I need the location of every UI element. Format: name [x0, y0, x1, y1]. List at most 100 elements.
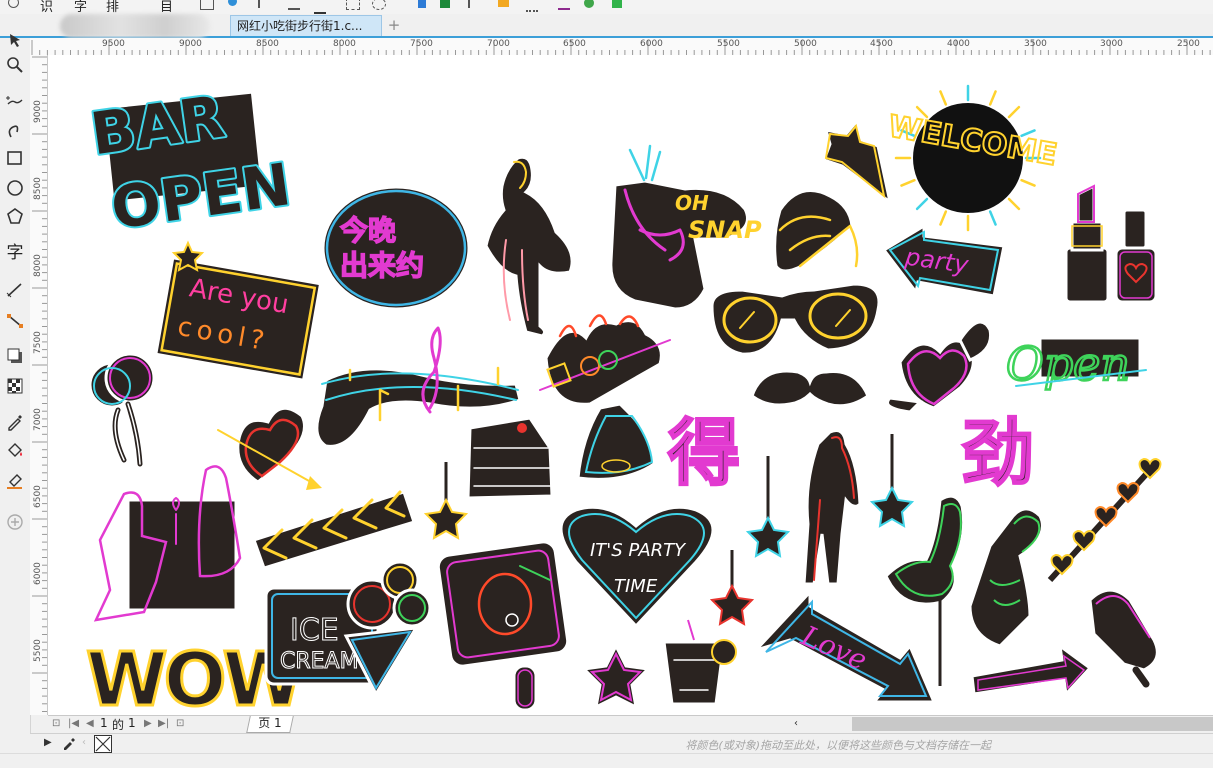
hearts-chain-sticker[interactable]: [1047, 457, 1162, 583]
polygon-tool-icon[interactable]: [3, 205, 27, 229]
proposal-sticker[interactable]: [93, 465, 242, 622]
welcome-sticker[interactable]: WELCOME: [885, 84, 1061, 232]
vertical-ruler[interactable]: 9000 8500 8000 7500 7000 6500 6000 5500: [30, 55, 48, 715]
print-icon[interactable]: [200, 0, 214, 10]
chevrons-sticker[interactable]: [252, 490, 416, 570]
zoom-tool-icon[interactable]: [3, 53, 27, 77]
new-tab-button[interactable]: +: [386, 18, 402, 34]
smart-fill-tool-icon[interactable]: [3, 468, 27, 492]
add-page-icon[interactable]: ⊡: [176, 718, 184, 729]
first-page-button[interactable]: |◀: [68, 718, 79, 729]
h-ruler-label: 9500: [102, 39, 125, 49]
green-icon[interactable]: [440, 0, 450, 8]
page-tab-label: 页 1: [258, 716, 282, 730]
are-you-cool-sticker[interactable]: Are you cool?: [154, 240, 323, 383]
page-current: 1: [100, 716, 108, 730]
ice-cream-sticker[interactable]: ICE CREAM: [264, 560, 432, 698]
last-page-button[interactable]: ▶|: [158, 718, 169, 729]
palette-hint-text: 将颜色(或对象)拖动至此处，以便将这些颜色与文档存储在一起: [685, 739, 991, 752]
text-tool-icon[interactable]: 字: [3, 241, 27, 265]
tonight-sticker[interactable]: 今晚 出来约: [321, 185, 471, 311]
undo-icon[interactable]: [8, 0, 19, 8]
star-sticker[interactable]: [580, 642, 652, 710]
heart-arrow-sticker[interactable]: [217, 406, 322, 490]
jin-sticker[interactable]: 劲: [961, 410, 1036, 497]
skewer-sticker[interactable]: [539, 314, 671, 406]
its-party-text: IT'S PARTY: [590, 540, 687, 561]
dots-icon[interactable]: [526, 0, 538, 12]
bar-open-sticker[interactable]: BAR OPEN: [85, 80, 297, 244]
blue-square-icon[interactable]: [418, 0, 426, 8]
document-tab[interactable]: 网红小吃街步行街1.c...: [230, 15, 382, 36]
palette-scroll-left-icon[interactable]: ‹: [82, 737, 86, 748]
drawing-canvas[interactable]: .body{fill:#2a2320;stroke:#fff;stroke-wi…: [48, 55, 1213, 715]
scroll-left-button[interactable]: ‹: [794, 718, 798, 729]
rectangle-tool-icon[interactable]: [3, 146, 27, 170]
dancer-sticker[interactable]: [484, 155, 574, 338]
green-square-icon[interactable]: [612, 0, 622, 8]
ginkgo-sticker[interactable]: [773, 188, 859, 273]
tool-icon-c[interactable]: [314, 2, 326, 14]
tool-icon-e[interactable]: [372, 0, 386, 10]
h-ruler-label: 3500: [1024, 39, 1047, 49]
horizontal-ruler[interactable]: 9500 9000 8500 8000 7500 7000 6500 6000 …: [30, 38, 1213, 56]
connector-tool-icon[interactable]: [3, 308, 27, 332]
big-arrow-sticker[interactable]: [970, 642, 1093, 698]
next-page-button[interactable]: ▶: [144, 718, 152, 729]
pick-tool-icon[interactable]: [3, 28, 27, 52]
green-circle-icon[interactable]: [584, 0, 594, 8]
ellipse-tool-icon[interactable]: [3, 176, 27, 200]
menu-item-0[interactable]: 识: [40, 0, 53, 14]
de-sticker[interactable]: 得: [667, 410, 742, 497]
party-time-sticker[interactable]: IT'S PARTY TIME: [559, 505, 715, 629]
h-ruler-label: 4500: [870, 39, 893, 49]
menu-item-3[interactable]: 目: [160, 0, 173, 14]
no-color-swatch[interactable]: [94, 735, 112, 753]
woman-sticker[interactable]: [802, 429, 862, 586]
tool-icon-d[interactable]: [346, 0, 360, 10]
v-ruler-ticks: [32, 56, 47, 712]
drop-shadow-tool-icon[interactable]: [3, 344, 27, 368]
bag-sticker[interactable]: [576, 402, 656, 481]
horizontal-scrollbar[interactable]: [852, 717, 1213, 731]
tool-icon-a[interactable]: [258, 0, 272, 8]
table-icon[interactable]: [498, 0, 509, 7]
oh-text: OH: [675, 191, 709, 215]
corel-connect-icon[interactable]: [228, 0, 237, 6]
popsicle-sticker[interactable]: [1088, 588, 1159, 688]
love-arrow-sticker[interactable]: Love: [751, 588, 937, 704]
balloon-sticker[interactable]: [88, 352, 156, 467]
moustache-sticker[interactable]: [750, 369, 870, 408]
add-tool-icon[interactable]: [3, 510, 27, 534]
page-tab[interactable]: 页 1: [246, 716, 294, 733]
eyedropper-icon[interactable]: [62, 735, 76, 754]
drink-sticker[interactable]: [662, 619, 737, 706]
dimension-tool-icon[interactable]: [3, 278, 27, 302]
oh-snap-sticker[interactable]: OH SNAP: [609, 144, 762, 311]
steak-sticker[interactable]: [436, 540, 570, 712]
curve-tool-icon[interactable]: [3, 118, 27, 142]
page-total: 1: [128, 716, 136, 730]
heart-hand-sticker[interactable]: [968, 507, 1044, 648]
sticker-artwork: .body{fill:#2a2320;stroke:#fff;stroke-wi…: [85, 80, 1162, 715]
interactive-fill-tool-icon[interactable]: [3, 438, 27, 462]
purple-icon[interactable]: [558, 0, 570, 10]
party-arrow-sticker[interactable]: party: [881, 223, 1006, 298]
winged-heart-sticker[interactable]: [886, 320, 993, 414]
star-cone-sticker[interactable]: [822, 118, 893, 206]
menu-item-1[interactable]: 字: [74, 0, 87, 14]
menu-item-2[interactable]: 排: [106, 0, 119, 14]
align-icon[interactable]: [468, 0, 482, 8]
eyedropper-tool-icon[interactable]: [3, 410, 27, 434]
lipstick-sticker[interactable]: [1064, 183, 1158, 304]
freehand-tool-icon[interactable]: [3, 88, 27, 112]
cake-sticker[interactable]: [466, 416, 554, 500]
open-script-sticker[interactable]: Open: [1005, 336, 1147, 392]
palette-arrow-icon[interactable]: ▶: [44, 737, 52, 748]
first-page-icon[interactable]: ⊡: [52, 718, 60, 729]
transparency-tool-icon[interactable]: [3, 374, 27, 398]
sunglasses-sticker[interactable]: [710, 282, 881, 356]
prev-page-button[interactable]: ◀: [86, 718, 94, 729]
tool-icon-b[interactable]: [288, 0, 300, 10]
h-ruler-label: 6000: [640, 39, 663, 49]
